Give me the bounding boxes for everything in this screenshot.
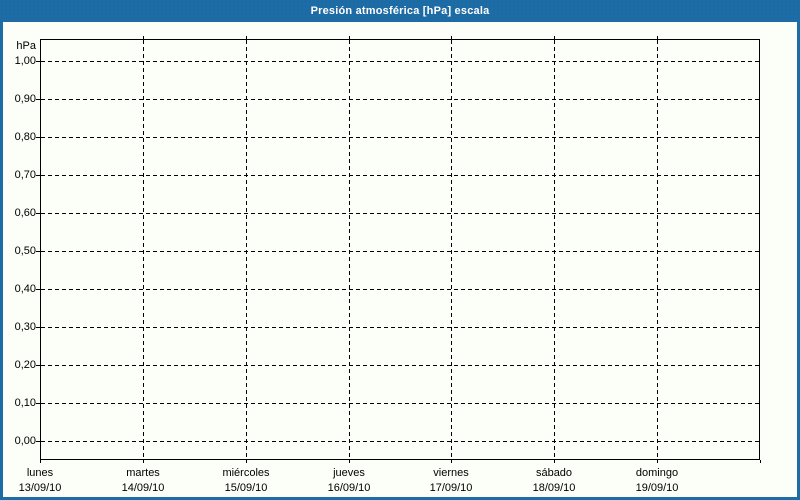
day-date: 13/09/10 (18, 482, 62, 494)
day-date: 19/09/10 (635, 482, 679, 494)
x-axis-tick (349, 460, 350, 463)
y-axis-tick-label: 0,90 (14, 93, 36, 105)
x-axis-tick (349, 36, 350, 39)
y-axis-tick-label: 0,20 (14, 359, 36, 371)
x-axis-tick (143, 460, 144, 463)
plot-area (40, 39, 760, 460)
vertical-gridline (554, 40, 555, 459)
x-axis-tick (40, 460, 41, 463)
x-axis-day-label: jueves 16/09/10 (301, 466, 397, 496)
x-axis-tick (554, 460, 555, 463)
x-axis-day-label: lunes 13/09/10 (0, 466, 88, 496)
y-axis-tick-label: 0,30 (14, 321, 36, 333)
horizontal-gridline (41, 61, 759, 62)
y-axis-tick-label: 0,50 (14, 245, 36, 257)
x-axis-tick (143, 36, 144, 39)
day-date: 15/09/10 (224, 482, 268, 494)
x-axis-tick (451, 460, 452, 463)
y-axis-tick-label: 0,10 (14, 397, 36, 409)
horizontal-gridline (41, 137, 759, 138)
vertical-gridline (246, 40, 247, 459)
x-axis-tick (554, 36, 555, 39)
day-name: sábado (535, 467, 573, 479)
day-date: 17/09/10 (429, 482, 473, 494)
horizontal-gridline (41, 403, 759, 404)
day-name: viernes (433, 467, 469, 479)
x-axis-tick (657, 460, 658, 463)
day-name: miércoles (222, 467, 270, 479)
horizontal-gridline (41, 213, 759, 214)
y-axis-tick-label: 0,40 (14, 283, 36, 295)
day-date: 14/09/10 (121, 482, 165, 494)
horizontal-gridline (41, 289, 759, 290)
chart-frame: hPa 1,00 0,90 0,80 0,70 0,60 0,50 0,40 0… (0, 22, 800, 500)
day-name: martes (126, 467, 160, 479)
y-axis-tick-label: 1,00 (14, 55, 36, 67)
horizontal-gridline (41, 365, 759, 366)
chart-title: Presión atmosférica [hPa] escala (310, 5, 490, 17)
day-date: 18/09/10 (532, 482, 576, 494)
horizontal-gridline (41, 251, 759, 252)
day-date: 16/09/10 (327, 482, 371, 494)
day-name: lunes (26, 467, 54, 479)
horizontal-gridline (41, 99, 759, 100)
x-axis-day-label: viernes 17/09/10 (403, 466, 499, 496)
day-name: domingo (635, 467, 679, 479)
x-axis-tick (246, 36, 247, 39)
y-axis-unit-label: hPa (16, 40, 36, 52)
x-axis-tick (760, 460, 761, 463)
vertical-gridline (143, 40, 144, 459)
horizontal-gridline (41, 175, 759, 176)
x-axis-tick (246, 460, 247, 463)
y-axis-tick-label: 0,60 (14, 207, 36, 219)
day-name: jueves (333, 467, 365, 479)
title-bar: Presión atmosférica [hPa] escala (0, 0, 800, 22)
horizontal-gridline (41, 441, 759, 442)
horizontal-gridline (41, 327, 759, 328)
x-axis-tick (451, 36, 452, 39)
vertical-gridline (451, 40, 452, 459)
x-axis-day-label: sábado 18/09/10 (506, 466, 602, 496)
vertical-gridline (657, 40, 658, 459)
x-axis-day-label: martes 14/09/10 (95, 466, 191, 496)
x-axis-day-label: miércoles 15/09/10 (198, 466, 294, 496)
vertical-gridline (349, 40, 350, 459)
x-axis-day-label: domingo 19/09/10 (609, 466, 705, 496)
y-axis-tick-label: 0,80 (14, 131, 36, 143)
y-axis-tick-label: 0,00 (14, 435, 36, 447)
x-axis-tick (657, 36, 658, 39)
y-axis-tick-label: 0,70 (14, 169, 36, 181)
